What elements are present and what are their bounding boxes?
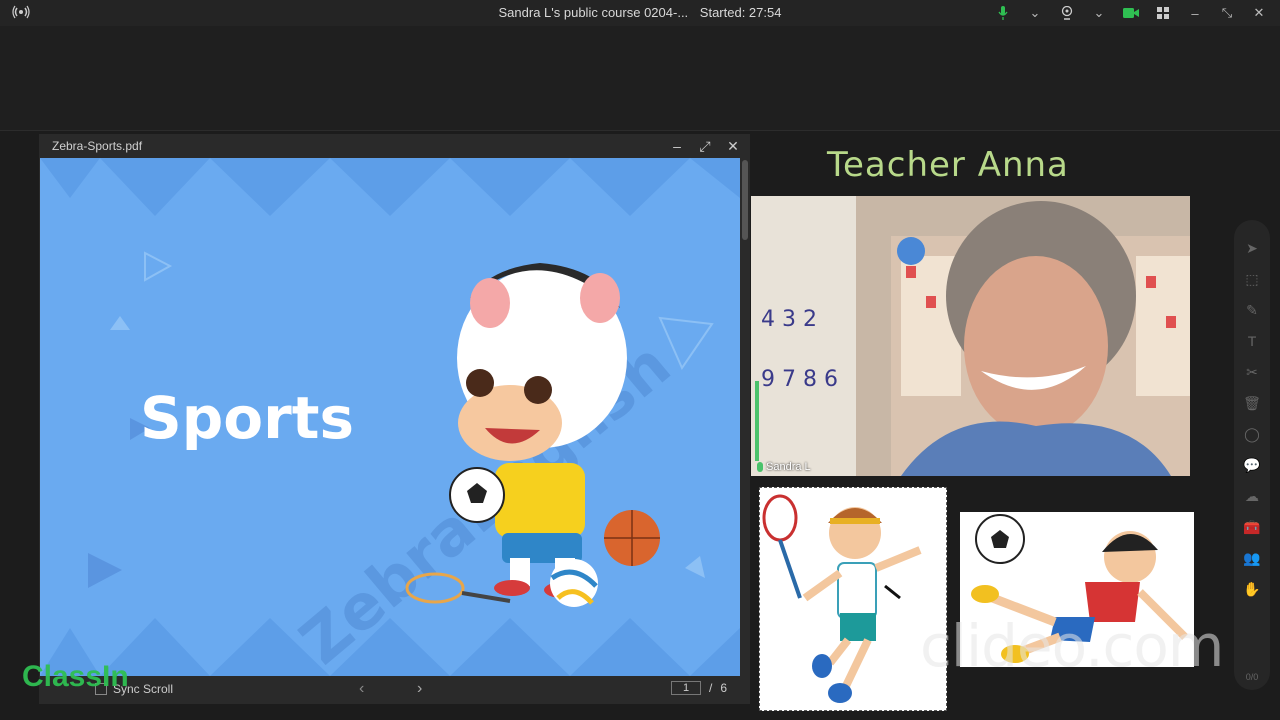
trash-icon[interactable]: 🗑 — [1241, 393, 1263, 413]
pdf-scrollbar[interactable] — [741, 158, 749, 676]
pdf-close-icon[interactable]: ✕ — [724, 137, 742, 155]
classin-logo: ClassIn — [22, 660, 129, 693]
teacher-video[interactable]: 4 3 2 9 7 8 6 Sandra L — [751, 196, 1190, 476]
badminton-image[interactable] — [759, 487, 947, 711]
raise-hand-icon[interactable]: ✋ — [1241, 579, 1263, 599]
slide-illustration: Sports ZebraEnglish — [40, 158, 740, 676]
pdf-footer: Sync Scroll ‹ › 1 / 6 — [39, 676, 750, 704]
next-page-icon[interactable]: › — [417, 680, 422, 698]
restore-icon[interactable]: ⤡ — [1216, 3, 1238, 23]
scissors-icon[interactable]: ✂ — [1241, 362, 1263, 382]
svg-text:9 7 8 6: 9 7 8 6 — [761, 367, 838, 392]
course-title: Sandra L's public course 0204-... — [498, 5, 689, 20]
toolbox-icon[interactable]: 🧰 — [1241, 517, 1263, 537]
shape-icon[interactable]: ◯ — [1241, 424, 1263, 444]
pdf-minimize-icon[interactable]: – — [668, 137, 686, 155]
clideo-watermark: clideo.com — [920, 612, 1224, 680]
pdf-filename: Zebra-Sports.pdf — [52, 139, 143, 153]
video-frame: 4 3 2 9 7 8 6 — [751, 196, 1190, 476]
webcam-icon[interactable] — [1056, 3, 1078, 23]
pdf-title-bar[interactable]: Zebra-Sports.pdf – ⤢ ✕ — [39, 134, 750, 158]
video-name-tag: Sandra L — [757, 461, 811, 473]
svg-text:4 3 2: 4 3 2 — [761, 307, 817, 332]
pen-icon[interactable]: ✎ — [1241, 300, 1263, 320]
page-indicator: 1 / 6 — [671, 681, 727, 695]
total-pages: 6 — [720, 681, 728, 695]
slide-title: Sports — [140, 384, 354, 452]
badminton-boy-illustration — [762, 494, 922, 703]
whiteboard-toolbar: ➤ ⬚ ✎ T ✂ 🗑 ◯ 💬 ☁ 🧰 👥 ✋ 0/0 — [1234, 220, 1270, 690]
video-participant-name: Sandra L — [766, 461, 811, 473]
teacher-label: Teacher Anna — [827, 145, 1069, 185]
pdf-viewer-window[interactable]: Zebra-Sports.pdf – ⤢ ✕ Sports ZebraEngli… — [39, 134, 750, 704]
mic-chevron-down-icon[interactable]: ⌄ — [1024, 3, 1046, 23]
started-time: Started: 27:54 — [699, 5, 782, 20]
users-icon[interactable]: 👥 — [1241, 548, 1263, 568]
cloud-icon[interactable]: ☁ — [1241, 486, 1263, 506]
pointer-icon[interactable]: ➤ — [1241, 238, 1263, 258]
selection-icon[interactable]: ⬚ — [1241, 269, 1263, 289]
webcam-chevron-down-icon[interactable]: ⌄ — [1088, 3, 1110, 23]
camera-icon[interactable] — [1120, 3, 1142, 23]
page-separator: / — [709, 681, 713, 695]
top-bar: Sandra L's public course 0204-... Starte… — [0, 0, 1280, 26]
text-icon[interactable]: T — [1241, 331, 1263, 351]
pdf-fullscreen-icon[interactable]: ⤢ — [696, 137, 714, 155]
seat-area — [0, 26, 1280, 131]
chat-icon[interactable]: 💬 — [1241, 455, 1263, 475]
prev-page-icon[interactable]: ‹ — [359, 680, 364, 698]
pdf-slide: Sports ZebraEnglish — [40, 158, 740, 676]
minimize-icon[interactable]: – — [1184, 3, 1206, 23]
pdf-scroll-thumb[interactable] — [742, 160, 748, 240]
mic-active-icon — [757, 462, 763, 472]
grid-layout-icon[interactable] — [1152, 3, 1174, 23]
hand-count: 0/0 — [1245, 672, 1259, 682]
close-icon[interactable]: ✕ — [1248, 3, 1270, 23]
microphone-icon[interactable] — [992, 3, 1014, 23]
page-number-input[interactable]: 1 — [671, 681, 701, 695]
